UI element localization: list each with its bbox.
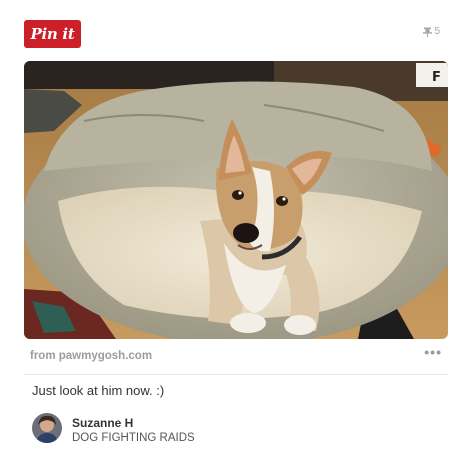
source-link[interactable]: from pawmygosh.com [30, 350, 152, 362]
dog-photo: F [24, 61, 448, 339]
pin-description: Just look at him now. :) [32, 383, 165, 398]
ellipsis-icon[interactable]: ••• [424, 344, 442, 360]
pin-photo[interactable]: F [24, 61, 448, 339]
board-name[interactable]: DOG FIGHTING RAIDS [72, 432, 195, 444]
pin-icon [423, 27, 433, 37]
pin-it-button[interactable]: Pin it [24, 20, 81, 48]
repin-count-value: 5 [434, 26, 440, 37]
pinner-name[interactable]: Suzanne H [72, 416, 133, 430]
divider [24, 374, 448, 375]
svg-text:F: F [432, 70, 441, 85]
avatar-image [32, 413, 62, 443]
pin-it-label: Pin it [30, 25, 75, 43]
avatar[interactable] [32, 413, 62, 443]
repin-count: 5 [423, 26, 440, 37]
